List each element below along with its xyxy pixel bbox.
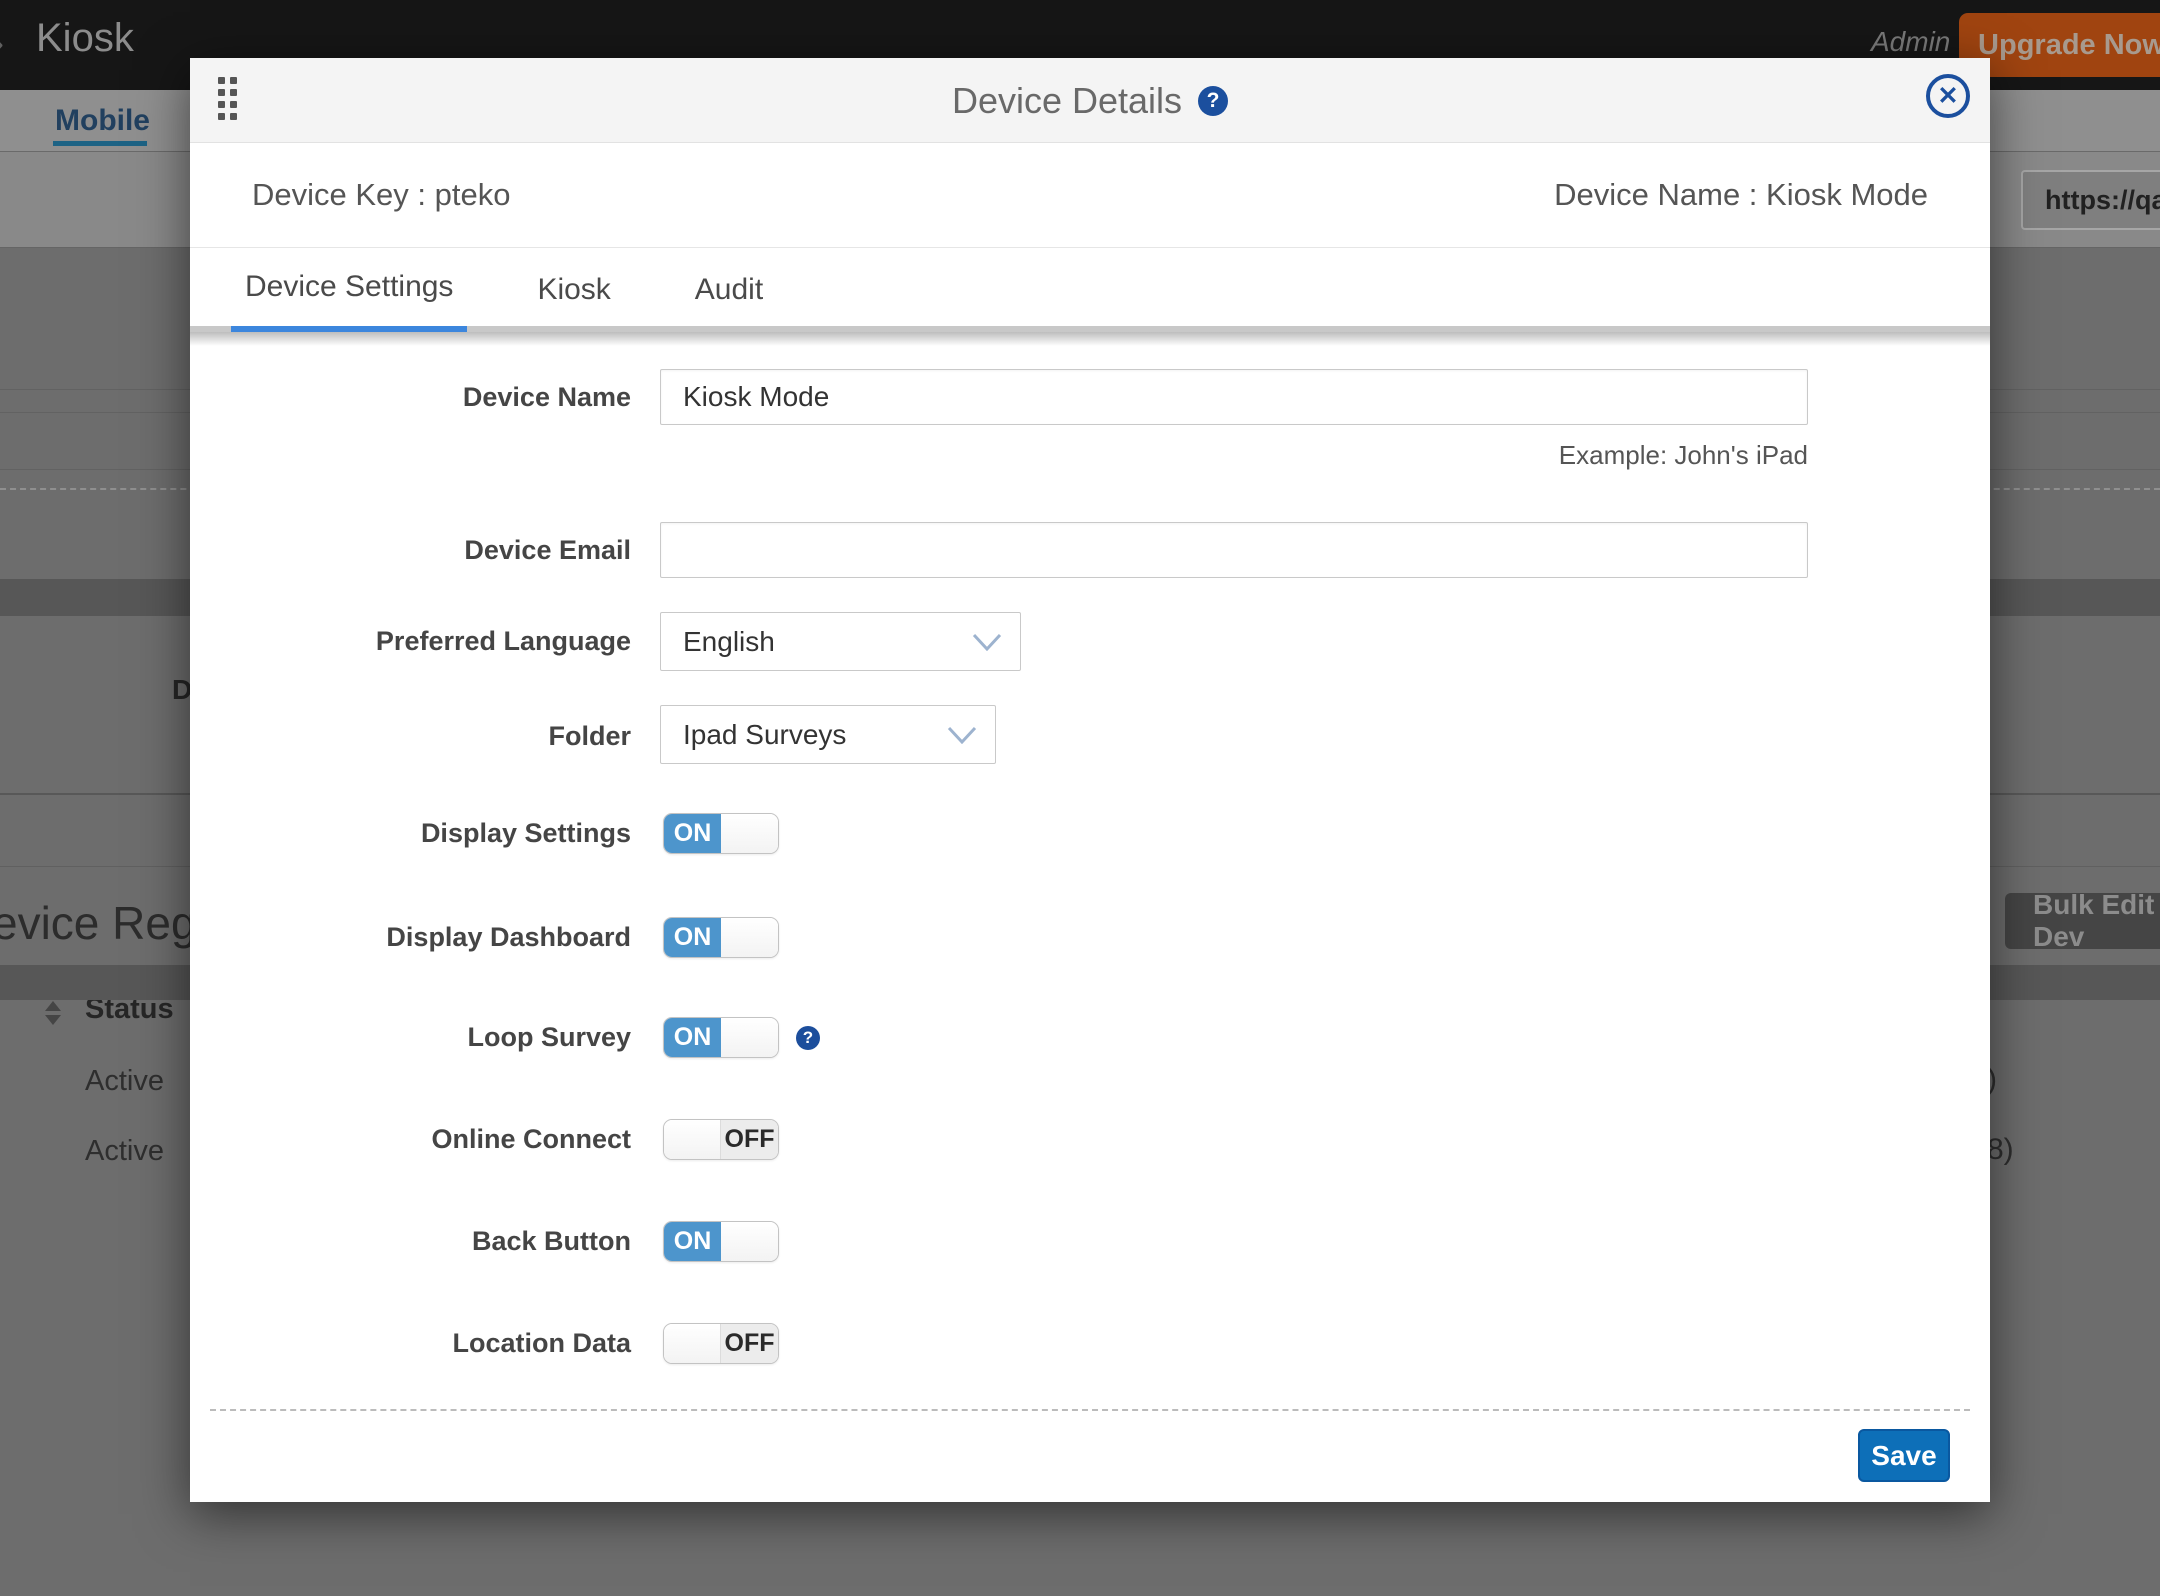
tab-audit[interactable]: Audit (681, 248, 777, 332)
folder-value: Ipad Surveys (683, 719, 846, 751)
preferred-language-select[interactable]: English (660, 612, 1021, 671)
preferred-language-label: Preferred Language (190, 624, 631, 658)
device-key-text: Device Key : pteko (252, 177, 510, 213)
loop-survey-help-icon[interactable]: ? (796, 1026, 820, 1050)
display-dashboard-label: Display Dashboard (190, 920, 631, 954)
close-icon[interactable]: ✕ (1926, 74, 1970, 118)
location-data-toggle[interactable]: OFF (663, 1323, 779, 1364)
display-settings-label: Display Settings (190, 816, 631, 850)
save-button[interactable]: Save (1858, 1429, 1950, 1482)
breadcrumb-chevron-icon: › (0, 22, 4, 64)
device-name-hint: Example: John's iPad (660, 440, 1808, 471)
bulk-edit-devices-button[interactable]: Bulk Edit Dev (2005, 893, 2160, 949)
location-data-label: Location Data (190, 1326, 631, 1360)
table-row-right-partial: 8) (1987, 1133, 2014, 1167)
folder-label: Folder (190, 719, 631, 753)
preferred-language-value: English (683, 626, 775, 658)
url-input[interactable] (2021, 170, 2160, 230)
tab-mobile[interactable]: Mobile (55, 104, 150, 138)
device-details-modal: Device Details ? ✕ Device Key : pteko De… (190, 58, 1990, 1502)
admin-label: Admin (1871, 26, 1950, 58)
toggle-state: ON (664, 918, 721, 957)
tabbar-shadow (190, 332, 1990, 346)
device-name-label: Device Name (190, 380, 631, 414)
online-connect-toggle[interactable]: OFF (663, 1119, 779, 1160)
tab-kiosk[interactable]: Kiosk (523, 248, 624, 332)
device-email-field[interactable] (660, 522, 1808, 578)
chevron-down-icon (947, 726, 977, 744)
device-name-text: Device Name : Kiosk Mode (1554, 177, 1928, 213)
display-settings-toggle[interactable]: ON (663, 813, 779, 854)
help-icon[interactable]: ? (1198, 86, 1228, 116)
loop-survey-label: Loop Survey (190, 1020, 631, 1054)
table-row-status: Active (85, 1135, 164, 1168)
modal-tabs: Device Settings Kiosk Audit (190, 248, 1990, 332)
device-name-field[interactable] (660, 369, 1808, 425)
loop-survey-toggle[interactable]: ON (663, 1017, 779, 1058)
modal-title-row: Device Details ? (190, 58, 1990, 143)
chevron-down-icon (972, 633, 1002, 651)
device-email-label: Device Email (190, 533, 631, 567)
back-button-toggle[interactable]: ON (663, 1221, 779, 1262)
sort-icon[interactable] (45, 1001, 61, 1027)
display-dashboard-toggle[interactable]: ON (663, 917, 779, 958)
table-row-status: Active (85, 1065, 164, 1098)
tab-mobile-underline (53, 141, 147, 146)
device-key-row: Device Key : pteko Device Name : Kiosk M… (190, 143, 1990, 248)
footer-dashed-divider (210, 1409, 1970, 1411)
toggle-state: OFF (721, 1120, 778, 1159)
modal-title: Device Details (952, 80, 1182, 122)
toggle-state: ON (664, 1018, 721, 1057)
toggle-state: ON (664, 814, 721, 853)
toggle-state: ON (664, 1222, 721, 1261)
page-title: Kiosk (36, 16, 134, 61)
back-button-label: Back Button (190, 1224, 631, 1258)
toggle-state: OFF (721, 1324, 778, 1363)
tab-device-settings[interactable]: Device Settings (231, 248, 467, 332)
online-connect-label: Online Connect (190, 1122, 631, 1156)
folder-select[interactable]: Ipad Surveys (660, 705, 996, 764)
